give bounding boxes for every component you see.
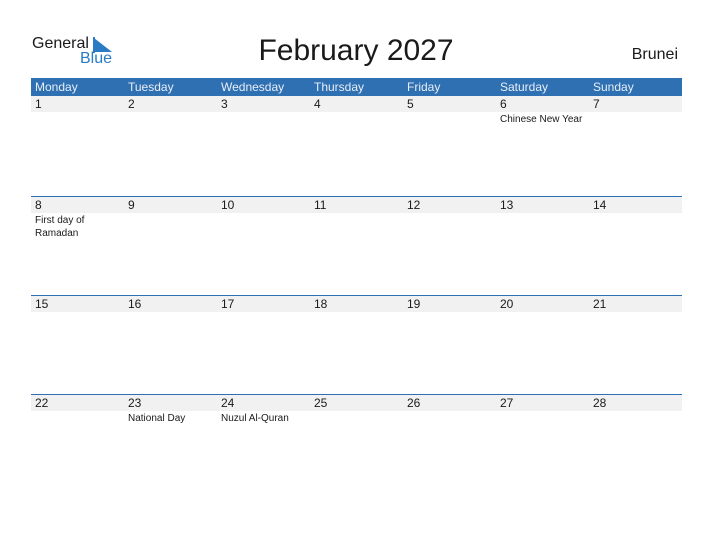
day-number: 20 xyxy=(500,297,514,311)
weekday-header: Monday Tuesday Wednesday Thursday Friday… xyxy=(31,78,682,96)
day-number: 15 xyxy=(35,297,49,311)
day-number: 12 xyxy=(407,198,421,212)
weekday-saturday: Saturday xyxy=(500,80,549,94)
day-number: 7 xyxy=(593,97,600,111)
day-number: 22 xyxy=(35,396,49,410)
holiday-label xyxy=(589,312,682,313)
event-row: Chinese New Year xyxy=(31,112,682,126)
holiday-label: Chinese New Year xyxy=(500,114,583,125)
day-number: 11 xyxy=(314,198,327,212)
holiday-label xyxy=(589,411,682,425)
event-row: National Day Nuzul Al-Quran xyxy=(31,411,682,425)
week-row: 15 16 17 18 19 20 21 xyxy=(31,295,682,313)
event-row xyxy=(31,312,682,313)
day-number-row: 1 2 3 4 5 6 7 xyxy=(31,96,682,112)
day-number: 23 xyxy=(128,396,142,410)
holiday-label xyxy=(589,213,682,240)
holiday-label: First day of Ramadan xyxy=(35,215,85,239)
day-number: 4 xyxy=(314,97,321,111)
day-number: 25 xyxy=(314,396,328,410)
holiday-label xyxy=(217,312,310,313)
holiday-label xyxy=(310,112,403,126)
day-number: 3 xyxy=(221,97,228,111)
day-number: 9 xyxy=(128,198,135,212)
day-number: 16 xyxy=(128,297,142,311)
holiday-label xyxy=(124,312,217,313)
holiday-label: National Day xyxy=(128,413,186,424)
day-number: 10 xyxy=(221,198,235,212)
holiday-label xyxy=(310,312,403,313)
country-label: Brunei xyxy=(631,46,678,63)
weekday-wednesday: Wednesday xyxy=(221,80,285,94)
day-number: 24 xyxy=(221,396,235,410)
holiday-label xyxy=(31,312,124,313)
holiday-label xyxy=(403,112,496,126)
week-row: 8 9 10 11 12 13 14 First day of Ramadan xyxy=(31,196,682,240)
day-number: 28 xyxy=(593,396,607,410)
week-row: 1 2 3 4 5 6 7 Chinese New Year xyxy=(31,96,682,126)
day-number: 19 xyxy=(407,297,421,311)
weekday-sunday: Sunday xyxy=(593,80,634,94)
holiday-label xyxy=(496,312,589,313)
day-number: 13 xyxy=(500,198,514,212)
holiday-label xyxy=(589,112,682,126)
weekday-friday: Friday xyxy=(407,80,441,94)
holiday-label xyxy=(496,411,589,425)
day-number: 14 xyxy=(593,198,607,212)
weekday-tuesday: Tuesday xyxy=(128,80,174,94)
holiday-label xyxy=(124,112,217,126)
holiday-label xyxy=(310,213,403,240)
holiday-label xyxy=(217,213,310,240)
weekday-thursday: Thursday xyxy=(314,80,365,94)
day-number: 5 xyxy=(407,97,414,111)
event-row: First day of Ramadan xyxy=(31,213,682,240)
week-row: 22 23 24 25 26 27 28 National Day Nuzul Al-Quran xyxy=(31,394,682,425)
day-number: 26 xyxy=(407,396,421,410)
holiday-label xyxy=(403,213,496,240)
day-number-row: 8 9 10 11 12 13 14 xyxy=(31,197,682,213)
day-number: 27 xyxy=(500,396,514,410)
day-number: 2 xyxy=(128,97,135,111)
day-number: 17 xyxy=(221,297,235,311)
day-number-row: 15 16 17 18 19 20 21 xyxy=(31,296,682,312)
holiday-label: Nuzul Al-Quran xyxy=(221,413,289,424)
day-number: 6 xyxy=(500,97,507,111)
holiday-label xyxy=(124,213,217,240)
holiday-label xyxy=(31,411,124,425)
weekday-monday: Monday xyxy=(35,80,78,94)
day-number: 1 xyxy=(35,97,42,111)
holiday-label xyxy=(403,411,496,425)
holiday-label xyxy=(31,112,124,126)
holiday-label xyxy=(496,213,589,240)
page-title: February 2027 xyxy=(258,34,454,67)
holiday-label xyxy=(217,112,310,126)
holiday-label xyxy=(403,312,496,313)
day-number: 8 xyxy=(35,198,42,212)
day-number: 18 xyxy=(314,297,328,311)
day-number-row: 22 23 24 25 26 27 28 xyxy=(31,395,682,411)
day-number: 21 xyxy=(593,297,607,311)
holiday-label xyxy=(310,411,403,425)
